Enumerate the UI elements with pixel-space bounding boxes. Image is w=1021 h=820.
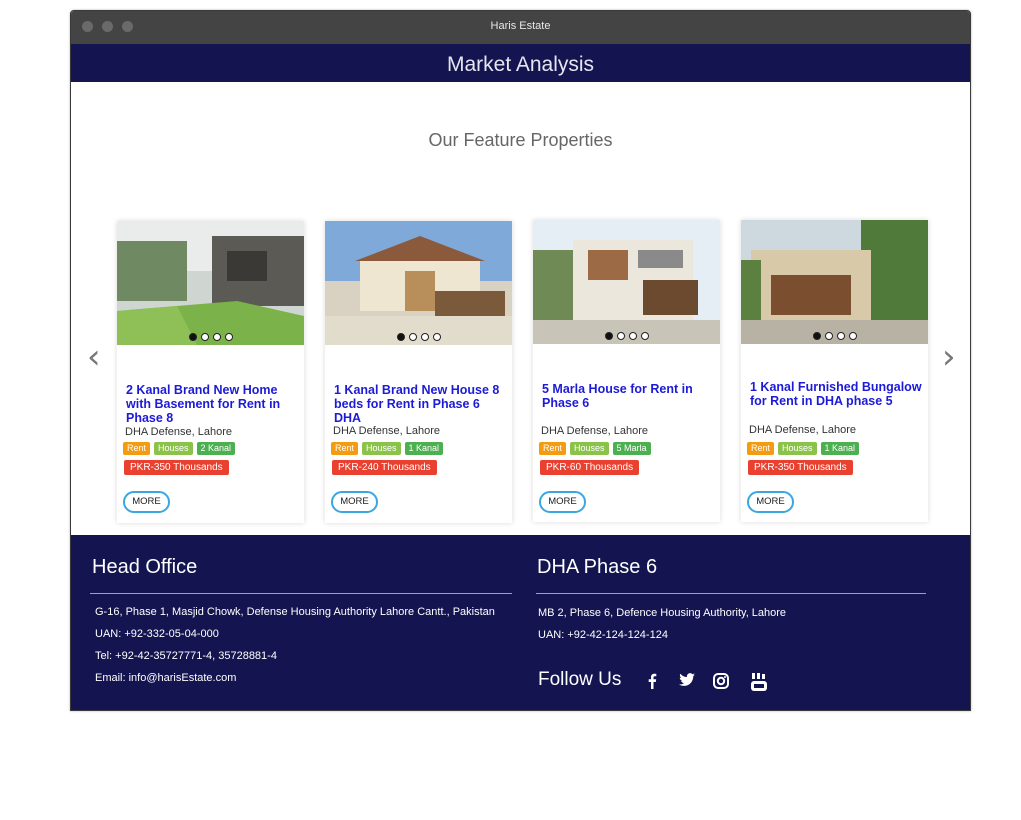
instagram-icon[interactable]	[713, 673, 729, 693]
page-banner: Market Analysis	[71, 44, 970, 82]
property-card: 1 Kanal Furnished Bungalow for Rent in D…	[741, 220, 928, 522]
property-photo[interactable]	[533, 220, 720, 344]
phase6-address: MB 2, Phase 6, Defence Housing Authority…	[538, 607, 787, 619]
follow-us-heading: Follow Us	[538, 669, 622, 690]
chevron-right-icon: ›	[942, 337, 956, 377]
rent-badge: Rent	[123, 442, 151, 455]
property-card: 1 Kanal Brand New House 8 beds for Rent …	[325, 221, 512, 523]
title-bar: Haris Estate	[71, 11, 970, 44]
houses-badge: Houses	[570, 442, 609, 455]
houses-badge: Houses	[154, 442, 193, 455]
property-title-link[interactable]: 2 Kanal Brand New Home with Basement for…	[126, 383, 298, 425]
size-badge: 1 Kanal	[404, 442, 444, 455]
divider	[90, 593, 512, 594]
section-title: Our Feature Properties	[428, 130, 613, 150]
chevron-left-icon: ‹	[87, 337, 101, 377]
head-office-email[interactable]: Email: info@harisEstate.com	[95, 672, 236, 684]
featured-properties-section: Our Feature Properties ‹ › 2 Kanal Brand…	[71, 82, 970, 535]
youtube-icon[interactable]	[751, 673, 767, 695]
property-title-link[interactable]: 1 Kanal Brand New House 8 beds for Rent …	[334, 383, 506, 425]
property-photo[interactable]	[117, 221, 304, 345]
houses-badge: Houses	[778, 442, 817, 455]
price-badge: PKR-60 Thousands	[540, 460, 640, 475]
carousel-next-button[interactable]: ›	[942, 340, 956, 374]
carousel-prev-button[interactable]: ‹	[87, 340, 101, 374]
rent-badge: Rent	[331, 442, 359, 455]
more-button[interactable]: MORE	[331, 491, 378, 513]
more-button[interactable]: MORE	[123, 491, 170, 513]
more-button[interactable]: MORE	[747, 491, 794, 513]
site-footer: Head Office G-16, Phase 1, Masjid Chowk,…	[71, 535, 970, 710]
property-card: 5 Marla House for Rent in Phase 6 DHA De…	[533, 220, 720, 522]
property-location: DHA Defense, Lahore	[541, 425, 649, 437]
page-title: Market Analysis	[446, 53, 595, 76]
property-location: DHA Defense, Lahore	[125, 426, 233, 438]
rent-badge: Rent	[747, 442, 775, 455]
phase6-uan: UAN: +92-42-124-124-124	[538, 629, 668, 641]
property-location: DHA Defense, Lahore	[333, 425, 441, 437]
size-badge: 1 Kanal	[820, 442, 860, 455]
browser-window: Haris Estate Market Analysis Our Feature…	[70, 10, 971, 711]
head-office-tel: Tel: +92-42-35727771-4, 35728881-4	[95, 650, 277, 662]
head-office-heading: Head Office	[92, 556, 198, 578]
price-badge: PKR-350 Thousands	[124, 460, 229, 475]
more-button[interactable]: MORE	[539, 491, 586, 513]
property-title-link[interactable]: 5 Marla House for Rent in Phase 6	[542, 382, 714, 410]
head-office-uan: UAN: +92-332-05-04-000	[95, 628, 219, 640]
divider	[536, 593, 926, 594]
price-badge: PKR-240 Thousands	[332, 460, 437, 475]
size-badge: 5 Marla	[612, 442, 651, 455]
size-badge: 2 Kanal	[196, 442, 236, 455]
facebook-icon[interactable]	[647, 673, 657, 693]
head-office-address: G-16, Phase 1, Masjid Chowk, Defense Hou…	[95, 606, 495, 618]
houses-badge: Houses	[362, 442, 401, 455]
twitter-icon[interactable]	[679, 673, 695, 691]
property-photo[interactable]	[741, 220, 928, 344]
property-card: 2 Kanal Brand New Home with Basement for…	[117, 221, 304, 523]
property-location: DHA Defense, Lahore	[749, 424, 857, 436]
property-title-link[interactable]: 1 Kanal Furnished Bungalow for Rent in D…	[750, 380, 922, 408]
phase6-heading: DHA Phase 6	[537, 556, 658, 578]
price-badge: PKR-350 Thousands	[748, 460, 853, 475]
window-title: Haris Estate	[490, 20, 551, 32]
property-photo[interactable]	[325, 221, 512, 345]
rent-badge: Rent	[539, 442, 567, 455]
